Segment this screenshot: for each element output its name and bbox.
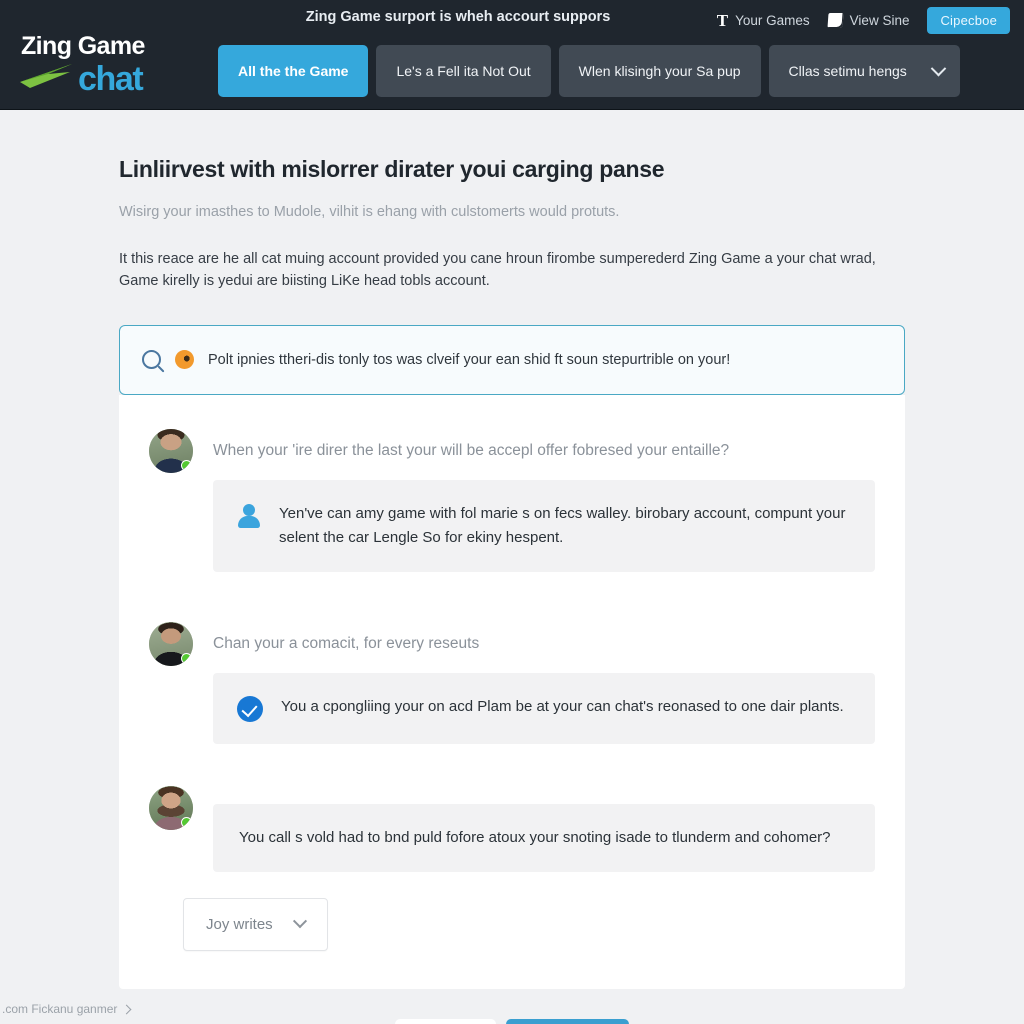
search-icon (142, 350, 161, 370)
utility-item-label: View Sine (849, 12, 910, 28)
page-subtitle: Wisirg your imasthes to Mudole, vilhit i… (119, 203, 620, 220)
person-icon (237, 503, 261, 530)
logo-bottom-text: chat (78, 60, 144, 99)
thread-question: When your 'ire direr the last your will … (213, 441, 730, 459)
utility-item-label: Your Games (735, 12, 810, 28)
message-text: You a cpongliing your on acd Plam be at … (281, 697, 844, 715)
online-status-badge (181, 459, 192, 471)
search-input[interactable]: Polt ipnies ttheri-dis tonly tos was clv… (119, 324, 905, 395)
thread-question: Chan your a comacit, for every reseuts (213, 634, 480, 652)
tab-all-the-game[interactable]: All the the Game (218, 45, 369, 97)
utility-item-your-games[interactable]: T Your Games (717, 12, 810, 29)
tab-label: Cllas setimu hengs (788, 63, 907, 79)
conversation-card: When your 'ire direr the last your will … (119, 394, 905, 989)
avatar[interactable] (149, 785, 193, 830)
app-logo[interactable]: Zing Game chat (18, 32, 198, 99)
header-utility-bar: T Your Games View Sine Cipecboe (717, 6, 1010, 34)
online-status-badge (181, 816, 192, 828)
message-bubble: Yen've can amy game with fol marie s on … (213, 479, 875, 572)
utility-item-view-sine[interactable]: View Sine (827, 12, 910, 28)
form-actions: Cancel See hchio (119, 1018, 905, 1024)
avatar[interactable] (149, 621, 193, 666)
submit-button[interactable]: See hchio (506, 1018, 630, 1024)
search-input-value: Polt ipnies ttheri-dis tonly tos was clv… (208, 351, 731, 368)
header-tabs: All the the Game Le's a Fell ita Not Out… (218, 45, 960, 97)
online-status-badge (181, 652, 192, 664)
tab-wlen-klisingh[interactable]: Wlen klisingh your Sa pup (558, 45, 761, 97)
footer-label: .com Fickanu ganmer (2, 1002, 118, 1016)
joy-writes-dropdown[interactable]: Joy writes (183, 897, 328, 951)
tab-cllas-setimu-hengs[interactable]: Cllas setimu hengs (768, 45, 960, 97)
check-circle-icon (237, 695, 263, 722)
swoosh-icon (20, 64, 72, 88)
page-body-text: It this reace are he all cat muing accou… (119, 250, 876, 290)
user-avatar-icon (175, 350, 194, 370)
dropdown-label: Joy writes (206, 915, 273, 933)
chevron-right-icon (121, 1004, 132, 1014)
header-action-button[interactable]: Cipecboe (927, 6, 1010, 34)
tab-les-a-fell[interactable]: Le's a Fell ita Not Out (376, 45, 551, 97)
message-text: Yen've can amy game with fol marie s on … (279, 504, 846, 546)
logo-top-text: Zing Game (21, 32, 145, 60)
message-bubble: You call s vold had to bnd puld fofore a… (213, 803, 875, 872)
thread-item: Chan your a comacit, for every reseuts Y… (119, 621, 905, 744)
message-text: You call s vold had to bnd puld fofore a… (239, 828, 831, 846)
chevron-down-icon (930, 60, 947, 76)
thread-item: When your 'ire direr the last your will … (119, 428, 905, 572)
cancel-button[interactable]: Cancel (394, 1018, 497, 1024)
main-content: Linliirvest with mislorrer dirater youi … (0, 110, 1024, 1024)
header-title: Zing Game surport is wheh accourt suppor… (305, 9, 611, 25)
text-format-icon: T (716, 10, 729, 30)
page-title: Linliirvest with mislorrer dirater youi … (119, 156, 665, 182)
avatar[interactable] (149, 428, 193, 473)
chevron-down-icon (292, 914, 307, 929)
footer-link[interactable]: .com Fickanu ganmer (0, 1002, 132, 1016)
app-header: Zing Game surport is wheh accourt suppor… (0, 0, 1024, 110)
message-bubble: You a cpongliing your on acd Plam be at … (213, 672, 875, 744)
page-icon (827, 12, 844, 28)
thread-item: You call s vold had to bnd puld fofore a… (119, 785, 905, 872)
